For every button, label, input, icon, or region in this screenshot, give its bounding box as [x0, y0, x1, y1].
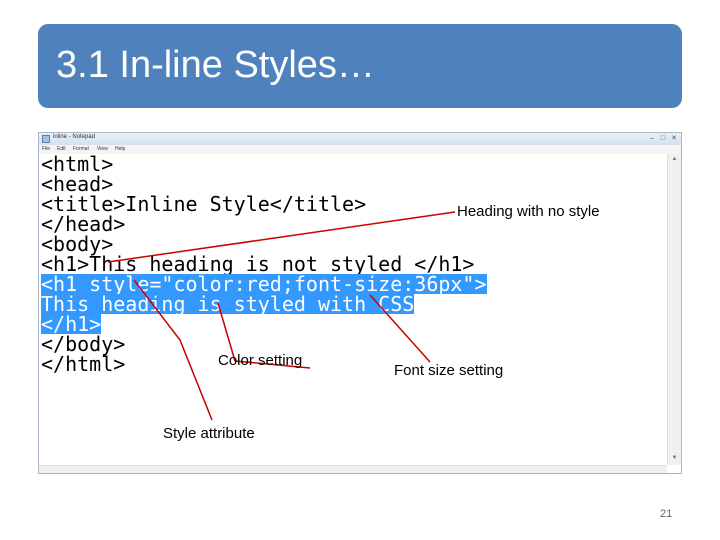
arrow-no-style	[107, 211, 456, 263]
label-color-setting: Color setting	[218, 352, 303, 369]
label-heading-no-style: Heading with no style	[457, 203, 600, 220]
arrow-font-size-setting	[369, 294, 431, 363]
slide-number: 21	[660, 508, 673, 520]
arrow-style-attribute	[133, 279, 213, 421]
label-style-attribute: Style attribute	[163, 425, 255, 442]
callout-arrows	[107, 211, 456, 421]
label-font-size-setting: Font size setting	[394, 362, 504, 379]
